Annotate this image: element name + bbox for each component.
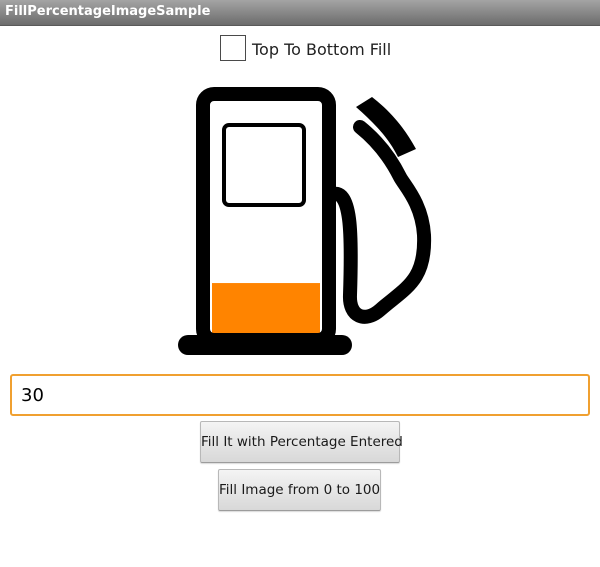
checkbox-label: Top To Bottom Fill (252, 40, 392, 59)
fill-with-percentage-button[interactable]: Fill It with Percentage Entered (200, 421, 403, 463)
fuel-pump-icon (178, 87, 432, 355)
top-to-bottom-fill-checkbox[interactable] (220, 35, 246, 61)
title-bar: FillPercentageImageSample (0, 0, 600, 26)
fill-level (212, 283, 320, 335)
fill-0-to-100-button[interactable]: Fill Image from 0 to 100 (218, 469, 381, 511)
app-title: FillPercentageImageSample (5, 4, 211, 19)
percentage-input[interactable] (10, 374, 590, 416)
